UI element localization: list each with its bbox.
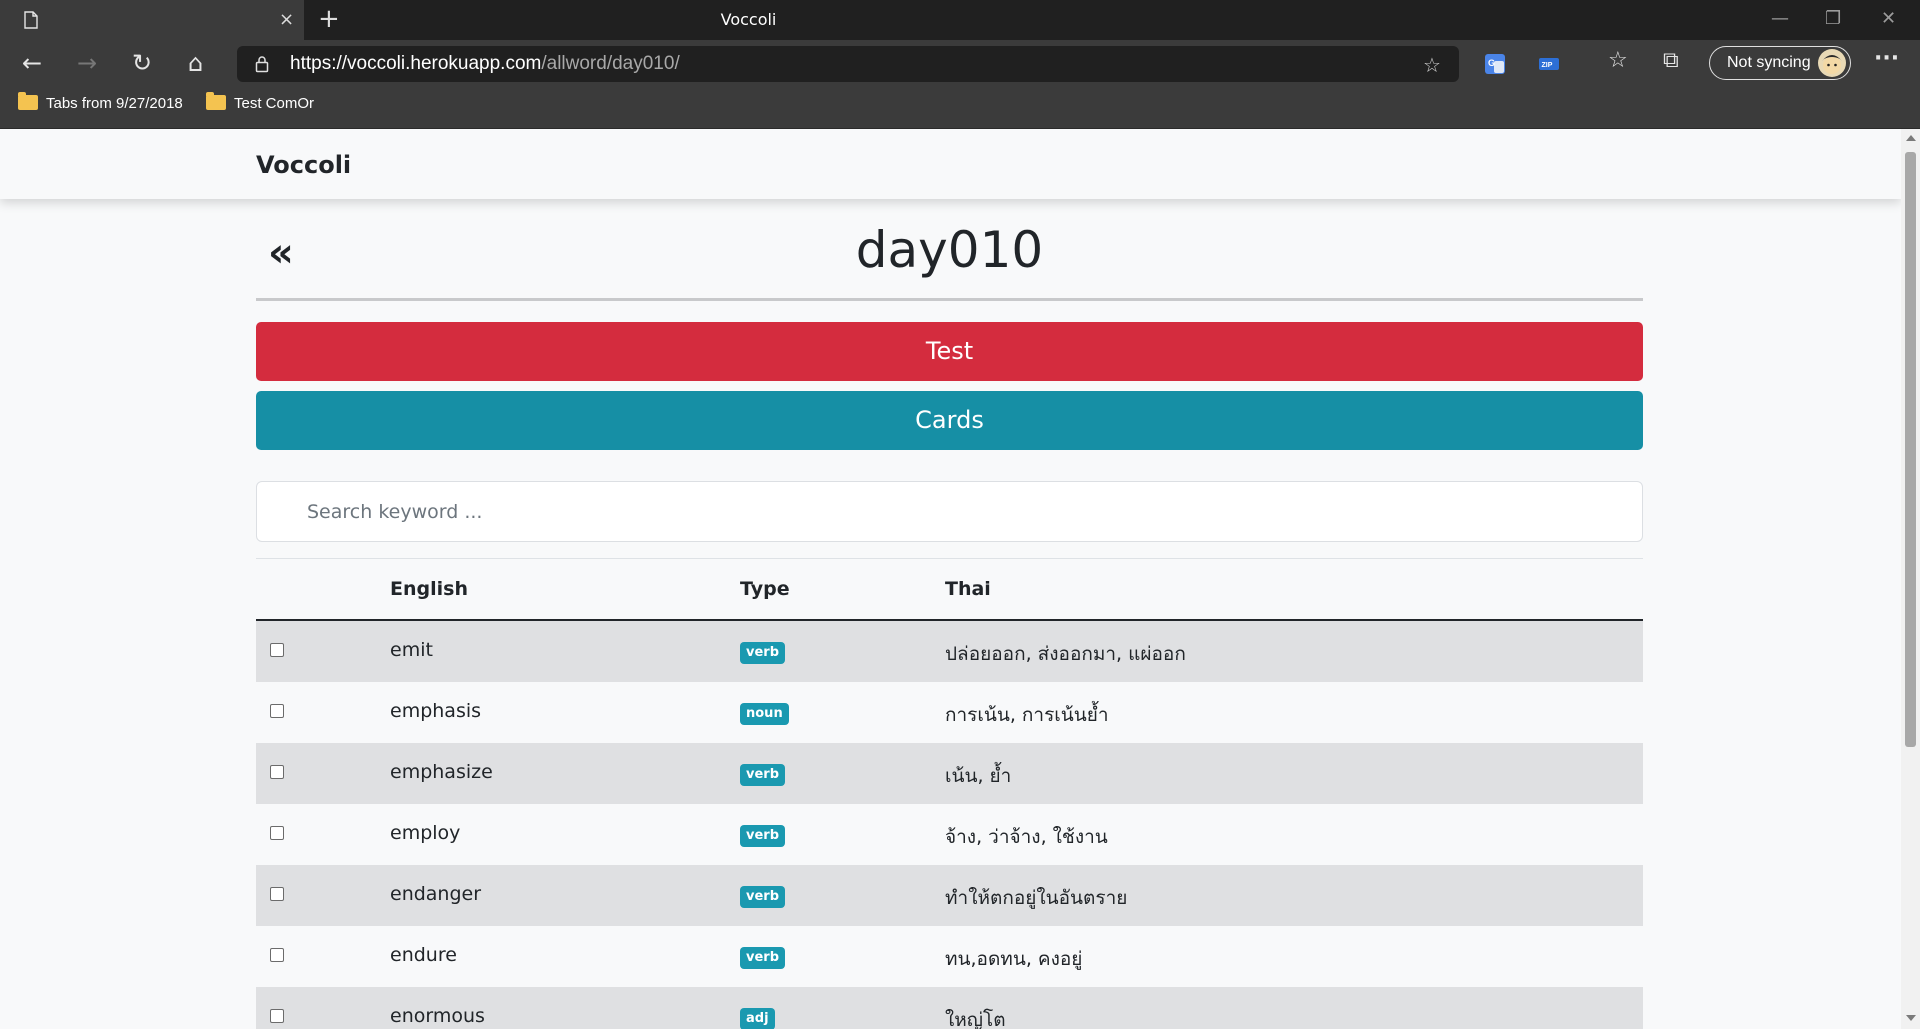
type-badge: verb xyxy=(740,764,786,786)
row-checkbox[interactable] xyxy=(270,948,284,962)
address-bar[interactable]: https://voccoli.herokuapp.com/allword/da… xyxy=(237,46,1459,82)
cards-button[interactable]: Cards xyxy=(256,391,1643,450)
lock-icon[interactable] xyxy=(255,55,269,73)
minimize-icon[interactable]: — xyxy=(1771,8,1789,29)
table-row: endure verb ทน,อดทน, คงอยู่ xyxy=(256,926,1643,987)
sync-label: Not syncing xyxy=(1727,54,1811,71)
favorites-icon[interactable]: ☆ xyxy=(1608,50,1628,72)
test-button[interactable]: Test xyxy=(256,322,1643,381)
scroll-down-arrow-icon[interactable] xyxy=(1906,1015,1916,1021)
bookmark-folder-tabs[interactable]: Tabs from 9/27/2018 xyxy=(18,92,183,112)
type-badge: noun xyxy=(740,703,789,725)
row-checkbox[interactable] xyxy=(270,1009,284,1023)
add-favorite-icon[interactable]: ☆ xyxy=(1423,53,1441,77)
english-word: emphasize xyxy=(390,761,493,783)
row-checkbox[interactable] xyxy=(270,826,284,840)
url-text[interactable]: https://voccoli.herokuapp.com/allword/da… xyxy=(290,53,680,75)
forward-arrow-icon[interactable]: → xyxy=(77,51,97,75)
column-header-english: English xyxy=(390,578,468,600)
table-row: emit verb ปล่อยออก, ส่งออกมา, แผ่ออก xyxy=(256,621,1643,682)
column-header-type: Type xyxy=(740,578,790,600)
back-arrow-icon[interactable]: ← xyxy=(22,51,42,75)
thai-translation: ทำให้ตกอยู่ในอันตราย xyxy=(945,887,1128,909)
scrollbar-thumb[interactable] xyxy=(1905,152,1916,747)
type-badge: adj xyxy=(740,1008,775,1029)
url-host: https://voccoli.herokuapp.com xyxy=(290,53,542,74)
table-row: endanger verb ทำให้ตกอยู่ในอันตราย xyxy=(256,865,1643,926)
profile-avatar xyxy=(1818,49,1846,77)
type-badge: verb xyxy=(740,825,786,847)
row-checkbox[interactable] xyxy=(270,643,284,657)
type-badge: verb xyxy=(740,886,786,908)
brand-logo[interactable]: Voccoli xyxy=(256,151,351,179)
column-header-thai: Thai xyxy=(945,578,991,600)
table-row: emphasis noun การเน้น, การเน้นย้ำ xyxy=(256,682,1643,743)
english-word: emphasis xyxy=(390,700,482,722)
english-word: endure xyxy=(390,944,457,966)
row-checkbox[interactable] xyxy=(270,704,284,718)
type-badge: verb xyxy=(740,947,786,969)
thai-translation: ใหญ่โต xyxy=(945,1009,1006,1029)
search-box xyxy=(256,481,1643,542)
folder-icon xyxy=(206,92,226,110)
tab-title: Voccoli xyxy=(720,10,777,29)
table-row: employ verb จ้าง, ว่าจ้าง, ใช้งาน xyxy=(256,804,1643,865)
row-checkbox[interactable] xyxy=(270,765,284,779)
browser-tab-strip: Voccoli × + — ❐ ✕ xyxy=(0,0,1920,40)
thai-translation: ทน,อดทน, คงอยู่ xyxy=(945,948,1083,970)
svg-text:ZIP: ZIP xyxy=(1542,62,1553,69)
folder-icon xyxy=(18,92,38,110)
svg-text:G: G xyxy=(1488,58,1495,68)
restore-icon[interactable]: ❐ xyxy=(1825,8,1841,29)
english-word: emit xyxy=(390,639,433,661)
row-checkbox[interactable] xyxy=(270,887,284,901)
page-scrollbar[interactable] xyxy=(1901,129,1920,1029)
collections-icon[interactable]: ⧉ xyxy=(1663,50,1679,72)
search-input[interactable] xyxy=(257,482,1642,541)
zip-extension-icon[interactable]: ZIP xyxy=(1538,53,1560,75)
more-options-icon[interactable]: ··· xyxy=(1874,48,1899,70)
url-path: /allword/day010/ xyxy=(541,53,680,74)
thai-translation: เน้น, ย้ำ xyxy=(945,765,1012,787)
word-table-body: emit verb ปล่อยออก, ส่งออกมา, แผ่ออก emp… xyxy=(256,621,1643,1029)
thai-translation: การเน้น, การเน้นย้ำ xyxy=(945,704,1109,726)
thai-translation: ปล่อยออก, ส่งออกมา, แผ่ออก xyxy=(945,643,1186,665)
google-translate-icon[interactable]: G xyxy=(1484,53,1506,75)
browser-tab[interactable]: Voccoli × xyxy=(0,0,776,40)
profile-sync-button[interactable]: Not syncing xyxy=(1709,46,1851,80)
title-divider xyxy=(256,298,1643,301)
new-tab-icon[interactable]: + xyxy=(318,6,340,32)
app-navbar: Voccoli xyxy=(0,129,1901,199)
scroll-up-arrow-icon[interactable] xyxy=(1906,135,1916,141)
bookmark-folder-test[interactable]: Test ComOr xyxy=(206,92,315,112)
page-icon xyxy=(24,11,38,29)
english-word: endanger xyxy=(390,883,482,905)
table-row: enormous adj ใหญ่โต xyxy=(256,987,1643,1029)
table-row: emphasize verb เน้น, ย้ำ xyxy=(256,743,1643,804)
table-top-border xyxy=(256,558,1643,559)
close-tab-icon[interactable]: × xyxy=(279,11,294,29)
bookmark-label: Test ComOr xyxy=(234,95,315,112)
bookmark-label: Tabs from 9/27/2018 xyxy=(46,95,183,112)
refresh-icon[interactable]: ↻ xyxy=(132,51,152,75)
type-badge: verb xyxy=(740,642,786,664)
home-icon[interactable]: ⌂ xyxy=(188,51,203,75)
english-word: employ xyxy=(390,822,461,844)
english-word: enormous xyxy=(390,1005,485,1027)
close-window-icon[interactable]: ✕ xyxy=(1881,8,1896,29)
page-viewport: Voccoli « day010 Test Cards English Type… xyxy=(0,129,1901,1029)
page-title: day010 xyxy=(855,221,1044,279)
thai-translation: จ้าง, ว่าจ้าง, ใช้งาน xyxy=(945,826,1108,848)
